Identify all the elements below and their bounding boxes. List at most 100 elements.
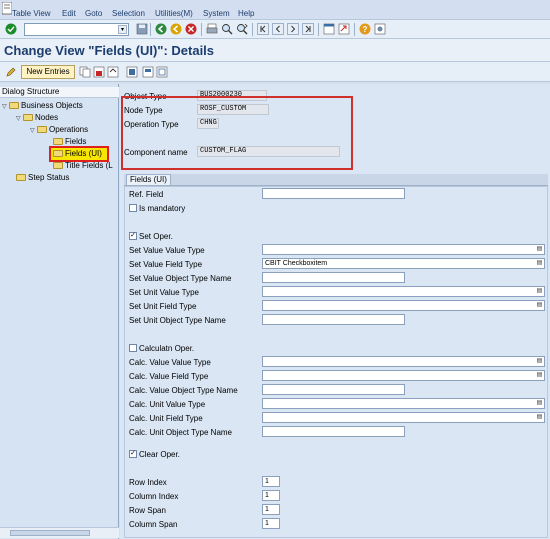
select-block-icon[interactable]: [142, 66, 154, 78]
scrollbar-thumb[interactable]: [10, 530, 90, 536]
row-index-input[interactable]: 1: [262, 476, 280, 487]
first-page-icon[interactable]: [257, 23, 269, 35]
dropdown-icon[interactable]: ▤: [536, 302, 543, 309]
calc-unit-object-type-name-input[interactable]: [262, 426, 405, 437]
folder-open-icon: [53, 150, 63, 157]
calc-value-field-type-label: Calc. Value Field Type: [129, 372, 209, 381]
dropdown-icon[interactable]: ▤: [536, 414, 543, 421]
command-field[interactable]: ▾: [24, 23, 129, 36]
set-oper-checkbox[interactable]: ✓: [129, 232, 137, 240]
calc-unit-field-type-select[interactable]: ▤: [262, 412, 545, 423]
dialog-structure-panel: Dialog Structure ▽ Business Objects ▽ Node…: [0, 84, 119, 539]
menu-system[interactable]: System: [203, 9, 230, 18]
find-next-icon[interactable]: [236, 23, 248, 35]
expand-open-icon[interactable]: ▽: [30, 126, 37, 137]
menu-edit[interactable]: Edit: [62, 9, 76, 18]
dropdown-icon[interactable]: ▤: [536, 288, 543, 295]
print-icon[interactable]: [206, 23, 218, 35]
set-value-object-type-name-label: Set Value Object Type Name: [129, 274, 232, 283]
delete-icon[interactable]: [93, 66, 105, 78]
set-value-value-type-select[interactable]: ▤: [262, 244, 545, 255]
column-span-input[interactable]: 1: [262, 518, 280, 529]
undo-change-icon[interactable]: [107, 66, 119, 78]
menu-help[interactable]: Help: [238, 9, 254, 18]
deselect-all-icon[interactable]: [156, 66, 168, 78]
tree-item-title-fields[interactable]: Title Fields (L: [53, 160, 119, 171]
component-name-label: Component name: [124, 148, 188, 157]
is-mandatory-checkbox[interactable]: [129, 204, 137, 212]
copy-as-icon[interactable]: [79, 66, 91, 78]
tree-horizontal-scrollbar[interactable]: [0, 527, 119, 538]
ref-field-label: Ref. Field: [129, 190, 164, 199]
calc-value-object-type-name-input[interactable]: [262, 384, 405, 395]
dropdown-icon[interactable]: ▤: [536, 358, 543, 365]
set-value-object-type-name-input[interactable]: [262, 272, 405, 283]
menu-selection[interactable]: Selection: [112, 9, 145, 18]
folder-icon: [37, 126, 47, 133]
customize-icon[interactable]: [374, 23, 386, 35]
page-title: Change View "Fields (UI)": Details: [4, 43, 215, 58]
ref-field-input[interactable]: [262, 188, 405, 199]
set-unit-value-type-select[interactable]: ▤: [262, 286, 545, 297]
cancel-icon[interactable]: [185, 23, 197, 35]
operation-type-field[interactable]: CHNG: [197, 118, 219, 129]
dropdown-icon[interactable]: ▤: [536, 400, 543, 407]
enter-icon[interactable]: [5, 23, 17, 35]
change-display-icon[interactable]: [5, 66, 17, 78]
folder-icon: [53, 138, 63, 145]
application-toolbar: New Entries: [0, 62, 550, 82]
menu-utilities[interactable]: Utilities(M): [155, 9, 193, 18]
expand-open-icon[interactable]: ▽: [16, 114, 23, 125]
exit-icon[interactable]: [170, 23, 182, 35]
dropdown-icon[interactable]: ▤: [536, 260, 543, 267]
save-icon[interactable]: [136, 23, 148, 35]
tree-item-fields-ui[interactable]: Fields (UI): [53, 148, 102, 159]
expand-open-icon[interactable]: ▽: [2, 102, 9, 113]
calc-unit-value-type-label: Calc. Unit Value Type: [129, 400, 206, 409]
menu-goto[interactable]: Goto: [85, 9, 102, 18]
standard-toolbar: ▾ ?: [0, 20, 550, 39]
select-all-icon[interactable]: [126, 66, 138, 78]
clear-oper-label: Clear Oper.: [139, 450, 180, 459]
calculatn-oper-checkbox[interactable]: [129, 344, 137, 352]
menu-bar: Table View Edit Goto Selection Utilities…: [0, 0, 550, 20]
tree-item-operations[interactable]: ▽ Operations: [30, 124, 88, 135]
dropdown-icon[interactable]: ▤: [536, 246, 543, 253]
component-name-field[interactable]: CUSTOM_FLAG: [197, 146, 340, 157]
column-index-input[interactable]: 1: [262, 490, 280, 501]
prev-page-icon[interactable]: [272, 23, 284, 35]
clear-oper-checkbox[interactable]: ✓: [129, 450, 137, 458]
dropdown-icon[interactable]: ▤: [536, 372, 543, 379]
row-span-input[interactable]: 1: [262, 504, 280, 515]
help-icon[interactable]: ?: [359, 23, 371, 35]
tree-item-business-objects[interactable]: ▽ Business Objects: [2, 100, 83, 111]
set-value-field-type-select[interactable]: CBIT Checkboxitem ▤: [262, 258, 545, 269]
calc-unit-value-type-select[interactable]: ▤: [262, 398, 545, 409]
set-unit-field-type-select[interactable]: ▤: [262, 300, 545, 311]
last-page-icon[interactable]: [302, 23, 314, 35]
command-dropdown-icon[interactable]: ▾: [118, 25, 127, 34]
new-session-icon[interactable]: [323, 23, 335, 35]
menu-table-view[interactable]: Table View: [12, 9, 51, 18]
new-entries-button[interactable]: New Entries: [21, 65, 75, 79]
calc-unit-object-type-name-label: Calc. Unit Object Type Name: [129, 428, 233, 437]
back-icon[interactable]: [155, 23, 167, 35]
shortcut-icon[interactable]: [338, 23, 350, 35]
calc-value-value-type-label: Calc. Value Value Type: [129, 358, 211, 367]
operation-type-label: Operation Type: [124, 120, 179, 129]
set-unit-object-type-name-input[interactable]: [262, 314, 405, 325]
calc-value-value-type-select[interactable]: ▤: [262, 356, 545, 367]
fields-ui-tab-strip: Fields (UI): [124, 174, 548, 186]
sap-menu-icon[interactable]: [2, 2, 12, 15]
set-unit-object-type-name-label: Set Unit Object Type Name: [129, 316, 226, 325]
row-span-label: Row Span: [129, 506, 166, 515]
next-page-icon[interactable]: [287, 23, 299, 35]
tab-fields-ui[interactable]: Fields (UI): [126, 174, 171, 185]
node-type-field[interactable]: ROSF_CUSTOM: [197, 104, 269, 115]
tree-item-nodes[interactable]: ▽ Nodes: [16, 112, 58, 123]
find-icon[interactable]: [221, 23, 233, 35]
calc-value-field-type-select[interactable]: ▤: [262, 370, 545, 381]
dialog-structure-header: Dialog Structure: [0, 87, 119, 98]
tree-item-step-status[interactable]: Step Status: [16, 172, 69, 183]
folder-icon: [23, 114, 33, 121]
